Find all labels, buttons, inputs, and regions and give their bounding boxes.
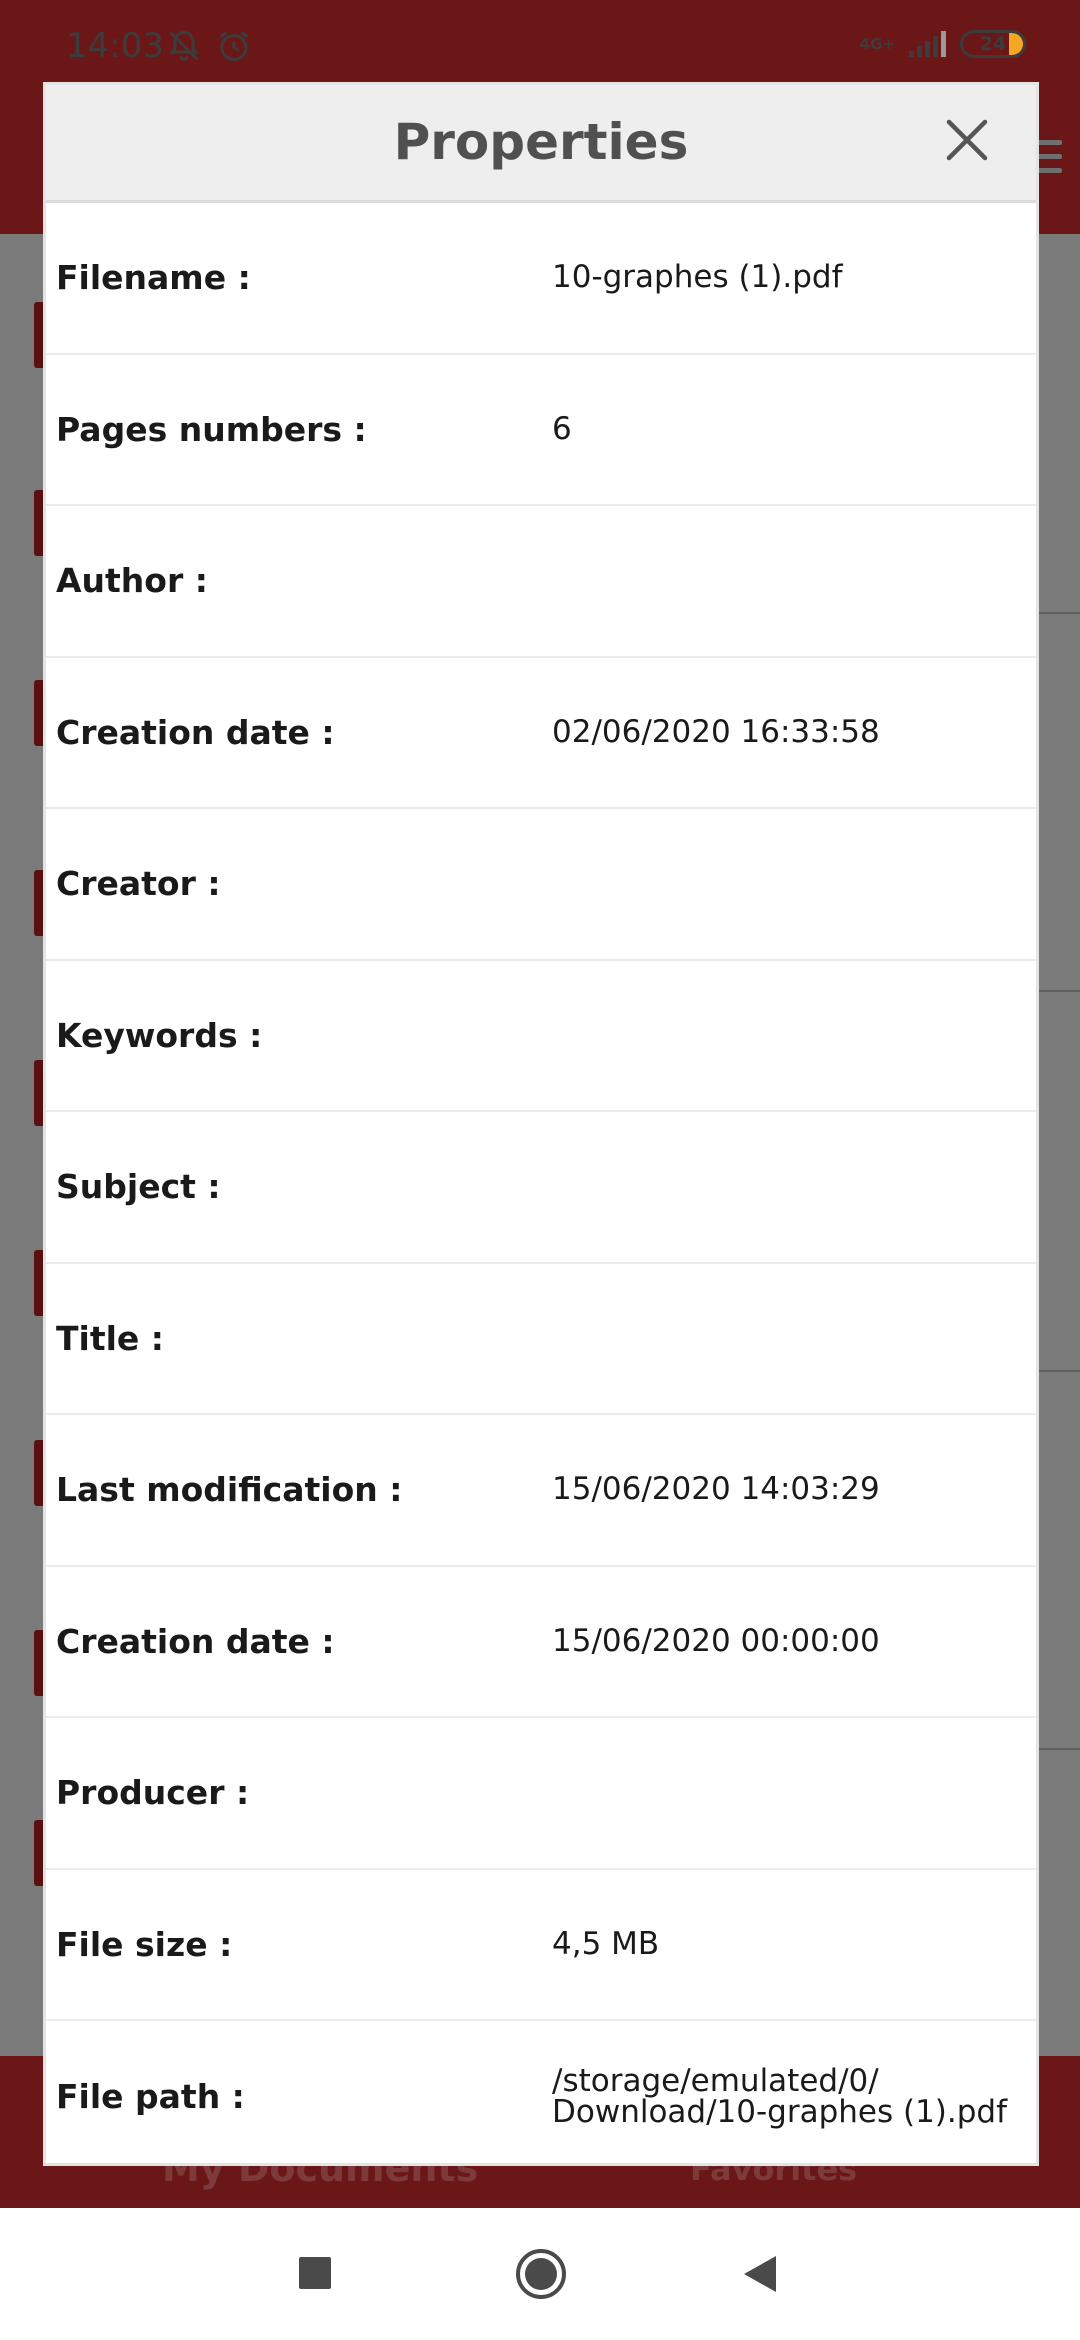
alarm-icon xyxy=(219,31,249,61)
property-value xyxy=(552,961,1032,1111)
divider xyxy=(1034,990,1080,992)
property-label: Subject : xyxy=(56,1167,221,1207)
property-value: 4,5 MB xyxy=(552,1925,660,1962)
property-label: Keywords : xyxy=(56,1015,263,1055)
status-time: 14:03 xyxy=(66,26,164,66)
property-row-title: Title : xyxy=(46,1264,1036,1415)
property-label: Title : xyxy=(56,1318,164,1358)
property-label: Creator : xyxy=(56,864,221,904)
back-icon[interactable] xyxy=(742,2254,778,2294)
property-value: 15/06/2020 14:03:29 xyxy=(552,1471,880,1508)
divider xyxy=(1034,1748,1080,1750)
recents-icon[interactable] xyxy=(298,2256,332,2290)
property-value xyxy=(552,809,1032,959)
close-icon xyxy=(946,119,988,161)
property-row-filename: Filename : 10-graphes (1).pdf xyxy=(46,203,1036,355)
property-value: 15/06/2020 00:00:00 xyxy=(552,1622,880,1659)
property-row-pages: Pages numbers : 6 xyxy=(46,355,1036,506)
properties-dialog: Properties Filename : 10-graphes (1).pdf… xyxy=(43,82,1039,2166)
property-label: Filename : xyxy=(56,258,251,298)
property-value xyxy=(552,1112,1032,1262)
dialog-header: Properties xyxy=(46,85,1036,203)
divider xyxy=(1034,612,1080,614)
property-row-file-path: File path : /storage/emulated/0/ Downloa… xyxy=(46,2021,1036,2173)
property-row-file-size: File size : 4,5 MB xyxy=(46,1870,1036,2021)
navigation-bar xyxy=(0,2208,1080,2340)
property-row-creator: Creator : xyxy=(46,809,1036,961)
properties-list: Filename : 10-graphes (1).pdf Pages numb… xyxy=(46,203,1036,2173)
property-value: /storage/emulated/0/ Download/10-graphes… xyxy=(552,2062,1008,2130)
property-row-keywords: Keywords : xyxy=(46,961,1036,1112)
property-label: Creation date : xyxy=(56,712,335,752)
property-value: 02/06/2020 16:33:58 xyxy=(552,713,880,750)
property-row-creation-date: Creation date : 02/06/2020 16:33:58 xyxy=(46,658,1036,809)
home-icon[interactable] xyxy=(515,2248,567,2300)
property-row-subject: Subject : xyxy=(46,1112,1036,1264)
property-label: Pages numbers : xyxy=(56,409,367,449)
property-label: Author : xyxy=(56,561,208,601)
notifications-off-icon xyxy=(168,30,200,61)
battery-icon: 24 xyxy=(960,30,1026,58)
property-row-last-modification: Last modification : 15/06/2020 14:03:29 xyxy=(46,1415,1036,1567)
property-label: Last modification : xyxy=(56,1470,403,1510)
property-label: File size : xyxy=(56,1924,233,1964)
battery-level: 24 xyxy=(979,33,1007,55)
property-label: Producer : xyxy=(56,1773,250,1813)
property-value xyxy=(552,1264,1032,1414)
signal-icon xyxy=(909,31,946,57)
divider xyxy=(1034,1370,1080,1372)
property-row-author: Author : xyxy=(46,506,1036,658)
property-value xyxy=(552,1718,1032,1868)
dialog-title: Properties xyxy=(393,113,689,171)
property-row-producer: Producer : xyxy=(46,1718,1036,1870)
property-label: File path : xyxy=(56,2077,245,2117)
property-label: Creation date : xyxy=(56,1621,335,1661)
menu-icon xyxy=(1036,140,1062,182)
property-row-creation-date-2: Creation date : 15/06/2020 00:00:00 xyxy=(46,1567,1036,1718)
property-value xyxy=(552,506,1032,656)
property-value: 6 xyxy=(552,410,572,447)
network-type: 4G+ xyxy=(859,35,895,53)
property-value: 10-graphes (1).pdf xyxy=(552,259,843,296)
close-button[interactable] xyxy=(944,117,990,163)
